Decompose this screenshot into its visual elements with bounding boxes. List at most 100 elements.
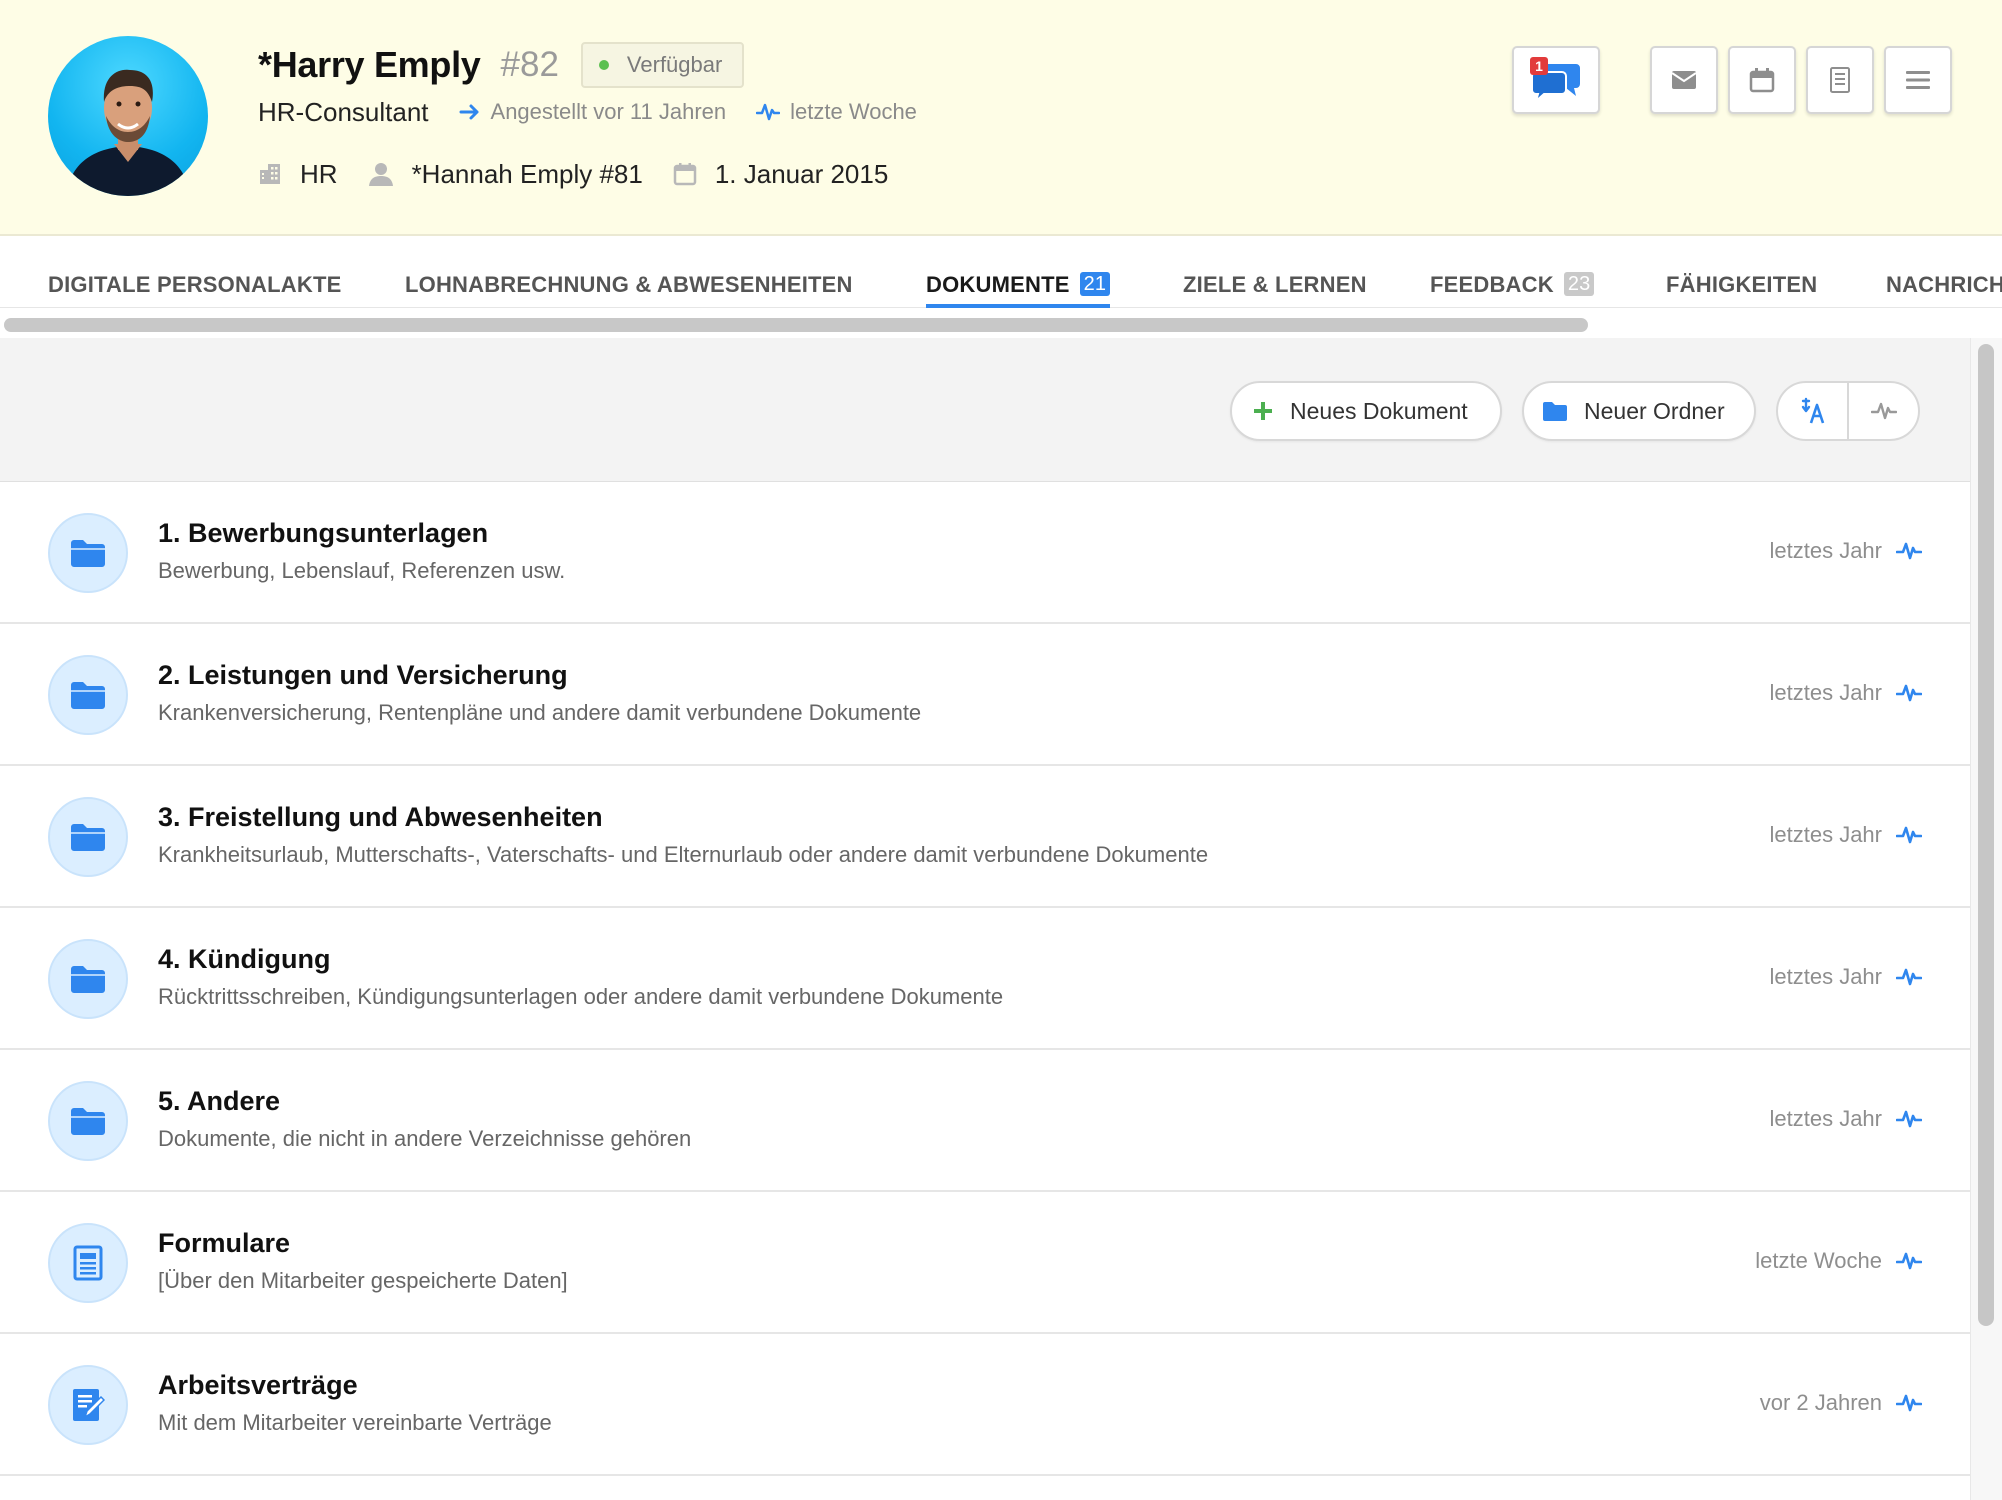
mail-button[interactable] — [1650, 46, 1718, 114]
manager-text: *Hannah Emply #81 — [411, 158, 643, 189]
tab-label: DIGITALE PERSONALAKTE — [48, 272, 342, 297]
document-description: Krankheitsurlaub, Mutterschafts-, Vaters… — [158, 842, 1209, 867]
document-timestamp: vor 2 Jahren — [1760, 1390, 1922, 1416]
status-dot-icon — [598, 60, 609, 70]
activity-icon[interactable] — [1896, 540, 1922, 562]
tab-digitale-personalakte[interactable]: DIGITALE PERSONALAKTE — [48, 272, 341, 308]
document-timestamp: letzte Woche — [1755, 1248, 1922, 1274]
last-activity-text: letzte Woche — [790, 99, 917, 124]
document-timestamp: letztes Jahr — [1769, 680, 1922, 706]
chat-badge: 1 — [1530, 57, 1548, 75]
document-description: Mit dem Mitarbeiter vereinbarte Verträge — [158, 1410, 552, 1435]
timestamp-text: letztes Jahr — [1769, 822, 1883, 847]
sort-activity-button[interactable] — [1847, 383, 1918, 439]
job-title: HR-Consultant — [258, 96, 429, 127]
plus-icon — [1254, 402, 1272, 420]
folder-icon — [48, 655, 128, 735]
documents-list: 1. Bewerbungsunterlagen Bewerbung, Leben… — [0, 482, 1970, 1476]
tab-nachrichten[interactable]: NACHRICH — [1886, 272, 2002, 308]
document-description: Krankenversicherung, Rentenpläne und and… — [158, 700, 922, 725]
manager-info[interactable]: *Hannah Emply #81 — [368, 159, 643, 190]
tab-label: NACHRICH — [1886, 272, 2002, 297]
person-icon — [368, 163, 393, 186]
sort-alphabetical-button[interactable] — [1778, 383, 1847, 439]
document-timestamp: letztes Jahr — [1770, 538, 1922, 564]
document-timestamp: letztes Jahr — [1769, 964, 1922, 990]
activity-icon[interactable] — [1896, 1392, 1922, 1414]
document-title[interactable]: 3. Freistellung und Abwesenheiten — [158, 802, 603, 833]
tab-lohnabrechnung[interactable]: LOHNABRECHNUNG & ABWESENHEITEN — [405, 272, 853, 308]
employee-avatar[interactable] — [48, 36, 208, 196]
tab-bar: DIGITALE PERSONALAKTE LOHNABRECHNUNG & A… — [0, 236, 2002, 308]
folder-icon — [1543, 402, 1567, 421]
timestamp-text: letztes Jahr — [1769, 1106, 1883, 1131]
tab-dokumente[interactable]: DOKUMENTE 21 — [926, 272, 1111, 308]
vertical-scrollbar-thumb[interactable] — [1978, 344, 1994, 1326]
list-item[interactable]: 2. Leistungen und Versicherung Krankenve… — [0, 624, 1970, 766]
form-icon — [48, 1223, 128, 1303]
new-folder-button[interactable]: Neuer Ordner — [1522, 381, 1756, 441]
activity-icon[interactable] — [1896, 1250, 1922, 1272]
activity-icon — [756, 103, 781, 121]
start-date-text: 1. Januar 2015 — [714, 158, 889, 189]
tab-label: DOKUMENTE — [926, 272, 1070, 297]
document-description: Dokumente, die nicht in andere Verzeichn… — [158, 1126, 692, 1151]
tab-label: ZIELE & LERNEN — [1183, 272, 1367, 297]
document-title[interactable]: 4. Kündigung — [158, 944, 330, 975]
document-description: Rücktrittsschreiben, Kündigungsunterlage… — [158, 984, 1004, 1009]
folder-icon — [48, 1081, 128, 1161]
document-title[interactable]: 5. Andere — [158, 1086, 280, 1117]
timestamp-text: letztes Jahr — [1769, 964, 1883, 989]
contract-icon — [48, 1365, 128, 1445]
documents-toolbar: Neues Dokument Neuer Ordner — [0, 338, 1970, 482]
folder-icon — [48, 513, 128, 593]
tab-faehigkeiten[interactable]: FÄHIGKEITEN — [1666, 272, 1817, 308]
new-document-label: Neues Dokument — [1290, 397, 1468, 424]
document-description: [Über den Mitarbeiter gespeicherte Daten… — [158, 1268, 568, 1293]
list-item[interactable]: Arbeitsverträge Mit dem Mitarbeiter vere… — [0, 1334, 1970, 1476]
document-timestamp: letztes Jahr — [1769, 1106, 1922, 1132]
tab-ziele-lernen[interactable]: ZIELE & LERNEN — [1183, 272, 1367, 308]
document-description: Bewerbung, Lebenslauf, Referenzen usw. — [158, 558, 566, 583]
timestamp-text: letztes Jahr — [1769, 680, 1883, 705]
document-button[interactable] — [1806, 46, 1874, 114]
calendar-button[interactable] — [1728, 46, 1796, 114]
last-activity-info[interactable]: letzte Woche — [756, 99, 917, 125]
building-icon — [260, 164, 280, 184]
tab-count-badge: 21 — [1079, 272, 1111, 296]
document-icon — [1830, 67, 1850, 93]
sort-alpha-icon — [1801, 397, 1824, 424]
timestamp-text: vor 2 Jahren — [1759, 1390, 1882, 1415]
department-info: HR — [258, 159, 338, 190]
document-title[interactable]: 1. Bewerbungsunterlagen — [158, 518, 488, 549]
list-item[interactable]: 5. Andere Dokumente, die nicht in andere… — [0, 1050, 1970, 1192]
list-item[interactable]: Formulare [Über den Mitarbeiter gespeich… — [0, 1192, 1970, 1334]
calendar-small-icon — [673, 163, 697, 186]
horizontal-scrollbar-thumb[interactable] — [4, 318, 1588, 332]
chat-button[interactable]: 1 — [1512, 46, 1600, 114]
list-item[interactable]: 4. Kündigung Rücktrittsschreiben, Kündig… — [0, 908, 1970, 1050]
activity-icon[interactable] — [1896, 966, 1922, 988]
department-text: HR — [300, 158, 338, 189]
document-title[interactable]: Arbeitsverträge — [158, 1370, 358, 1401]
folder-icon — [48, 939, 128, 1019]
document-title[interactable]: 2. Leistungen und Versicherung — [158, 660, 568, 691]
document-timestamp: letztes Jahr — [1769, 822, 1922, 848]
activity-icon[interactable] — [1896, 682, 1922, 704]
list-item[interactable]: 1. Bewerbungsunterlagen Bewerbung, Leben… — [0, 482, 1970, 624]
menu-icon — [1906, 71, 1930, 89]
tab-feedback[interactable]: FEEDBACK 23 — [1430, 272, 1595, 308]
document-title[interactable]: Formulare — [158, 1228, 290, 1259]
employee-header: *Harry Emply #82 Verfügbar HR-Consultant… — [0, 0, 2002, 236]
mail-icon — [1671, 71, 1697, 89]
menu-button[interactable] — [1884, 46, 1952, 114]
activity-icon[interactable] — [1896, 1108, 1922, 1130]
folder-icon — [48, 797, 128, 877]
new-document-button[interactable]: Neues Dokument — [1230, 381, 1502, 441]
status-badge[interactable]: Verfügbar — [580, 42, 745, 88]
list-item[interactable]: 3. Freistellung und Abwesenheiten Krankh… — [0, 766, 1970, 908]
activity-icon[interactable] — [1896, 824, 1922, 846]
employee-id: #82 — [500, 45, 559, 84]
new-folder-label: Neuer Ordner — [1584, 397, 1725, 424]
hired-text: Angestellt vor 11 Jahren — [490, 99, 727, 124]
